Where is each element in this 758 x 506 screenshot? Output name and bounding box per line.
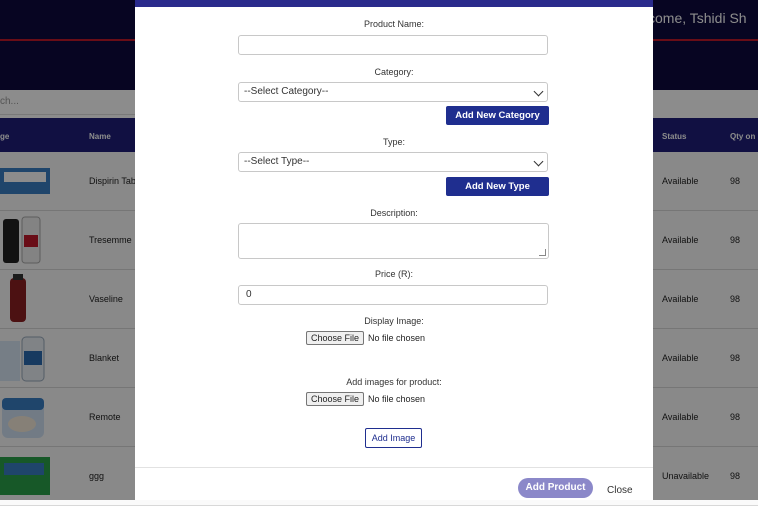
product-name-label: Product Name: bbox=[363, 19, 425, 29]
file-status: No file chosen bbox=[368, 333, 426, 343]
chevron-down-icon bbox=[533, 86, 544, 97]
modal-footer-divider bbox=[135, 467, 653, 468]
add-type-button[interactable]: Add New Type bbox=[446, 177, 549, 196]
category-select[interactable]: --Select Category-- bbox=[238, 82, 548, 102]
type-label: Type: bbox=[382, 137, 405, 147]
add-image-button[interactable]: Add Image bbox=[365, 428, 422, 448]
type-select-value: --Select Type-- bbox=[244, 156, 310, 167]
type-select[interactable]: --Select Type-- bbox=[238, 152, 548, 172]
close-button[interactable]: Close bbox=[607, 485, 633, 496]
price-label: Price (R): bbox=[375, 269, 413, 279]
display-image-label: Display Image: bbox=[364, 316, 424, 326]
add-product-button[interactable]: Add Product bbox=[518, 478, 593, 498]
choose-file-button[interactable]: Choose File bbox=[306, 392, 365, 406]
add-product-modal: Product Name: Category: --Select Categor… bbox=[135, 0, 653, 500]
resize-grip-icon[interactable] bbox=[539, 249, 546, 256]
display-image-file-input: Choose File No file chosen bbox=[306, 331, 425, 345]
product-name-input[interactable] bbox=[238, 35, 548, 55]
add-category-button[interactable]: Add New Category bbox=[446, 106, 549, 125]
description-textarea[interactable] bbox=[238, 223, 549, 259]
price-input[interactable]: 0 bbox=[238, 285, 548, 305]
product-images-file-input: Choose File No file chosen bbox=[306, 392, 425, 406]
price-value: 0 bbox=[246, 289, 252, 300]
category-label: Category: bbox=[374, 67, 414, 77]
choose-file-button[interactable]: Choose File bbox=[306, 331, 365, 345]
modal-top-bar bbox=[135, 0, 653, 7]
file-status: No file chosen bbox=[368, 394, 426, 404]
category-select-value: --Select Category-- bbox=[244, 86, 329, 97]
add-images-label: Add images for product: bbox=[346, 377, 442, 387]
chevron-down-icon bbox=[533, 156, 544, 167]
description-label: Description: bbox=[370, 208, 418, 218]
